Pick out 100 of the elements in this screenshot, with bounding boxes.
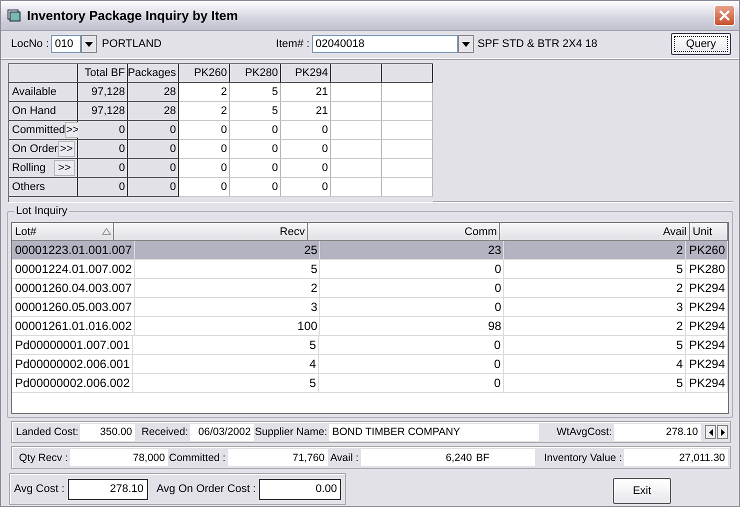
table-cell: 0	[78, 120, 128, 140]
table-cell: 28	[128, 102, 179, 121]
table-cell: 2	[179, 82, 230, 102]
group-title: Lot Inquiry	[14, 205, 70, 218]
table-cell: PK294	[686, 298, 728, 318]
detail-button[interactable]: >>	[54, 160, 75, 176]
table-cell: PK280	[686, 260, 728, 280]
lot-row[interactable]: 00001261.01.016.002 100 98 2 PK294	[12, 317, 728, 336]
lot-row[interactable]: Pd00000002.006.001 4 0 4 PK294	[12, 355, 728, 374]
field-label: Received:	[140, 426, 190, 438]
table-cell: 0	[319, 374, 504, 394]
table-cell: 0	[281, 158, 331, 178]
table-cell: 97,128	[78, 102, 128, 121]
column-header[interactable]: Unit	[690, 223, 728, 242]
dropdown-button[interactable]	[80, 35, 97, 54]
lot-row[interactable]: 00001260.04.003.007 2 0 2 PK294	[12, 279, 728, 298]
window-icon	[7, 8, 21, 22]
location-name: PORTLAND	[102, 38, 163, 50]
table-cell: 5	[504, 336, 686, 356]
table-cell: 4	[504, 355, 686, 374]
table-cell: 2	[504, 317, 686, 336]
dropdown-button[interactable]	[458, 35, 474, 54]
column-header[interactable]: Lot#	[12, 223, 114, 242]
table-cell: 28	[128, 82, 179, 102]
table-cell: 0	[230, 140, 281, 159]
table-cell: 0	[179, 140, 230, 159]
table-cell: 0	[78, 140, 128, 159]
row-label: Others	[12, 180, 46, 193]
row-label: On Hand	[12, 104, 56, 117]
table-cell: 5	[230, 82, 281, 102]
table-cell: 2	[504, 279, 686, 298]
table-cell: 97,128	[78, 82, 128, 102]
table-cell: PK294	[686, 336, 728, 356]
sort-icon	[102, 228, 111, 236]
location-field[interactable]: 010	[50, 35, 81, 54]
table-cell: 00001223.01.001.007	[12, 241, 135, 260]
column-title: Lot#	[15, 226, 36, 238]
right-arrow-icon	[720, 428, 724, 436]
detail-button[interactable]: >>	[58, 140, 75, 157]
row-label: Available	[12, 86, 56, 98]
field-label: Avail :	[329, 452, 360, 464]
table-cell: 00001260.04.003.007	[12, 279, 135, 298]
value-field[interactable]: 0.00	[259, 478, 341, 500]
table-cell: 0	[78, 178, 128, 197]
table-cell: 0	[230, 178, 281, 197]
window-title: Inventory Package Inquiry by Item	[27, 8, 239, 23]
table-cell: 0	[128, 120, 179, 140]
item-field[interactable]: 02040018	[312, 35, 458, 54]
lot-row[interactable]: 00001260.05.003.007 3 0 3 PK294	[12, 298, 728, 318]
column-header: Total BF	[78, 64, 128, 83]
table-cell: 0	[319, 336, 504, 356]
field-label: WtAvgCost:	[556, 426, 613, 438]
value-field: 278.10	[614, 424, 701, 441]
table-cell: 2	[134, 279, 320, 298]
lot-row[interactable]: Pd00000001.007.001 5 0 5 PK294	[12, 336, 728, 356]
row-label: On Order	[12, 142, 58, 155]
table-cell: 21	[281, 102, 331, 121]
table-cell: Pd00000001.007.001	[12, 336, 133, 356]
next-button[interactable]	[717, 425, 728, 440]
table-cell: 0	[78, 158, 128, 178]
table-cell: 2	[179, 102, 230, 121]
value-field: BOND TIMBER COMPANY	[329, 424, 539, 441]
column-header: PK260	[179, 64, 230, 83]
table-cell: 3	[134, 298, 320, 318]
table-cell: 0	[320, 260, 504, 280]
row-label: Committed	[12, 124, 66, 136]
field-label: Avg On Order Cost :	[156, 483, 256, 496]
column-header[interactable]: Comm	[308, 223, 500, 242]
table-cell: 0	[179, 120, 230, 140]
previous-button[interactable]	[705, 425, 716, 440]
lot-row[interactable]: 00001223.01.001.007 25 23 2 PK260	[12, 241, 728, 260]
value-field: 06/03/2002	[190, 424, 254, 441]
row-label: Rolling	[12, 162, 46, 174]
table-cell: 21	[281, 82, 331, 102]
lot-row[interactable]: 00001224.01.007.002 5 0 5 PK280	[12, 260, 728, 280]
table-cell: 5	[134, 260, 320, 280]
table-cell: 0	[281, 178, 331, 197]
field-label: Committed :	[169, 452, 227, 464]
table-cell: Pd00000002.006.002	[12, 374, 133, 394]
lot-row[interactable]: Pd00000002.006.002 5 0 5 PK294	[12, 374, 728, 394]
column-header[interactable]: Recv	[114, 223, 308, 242]
close-button[interactable]	[714, 4, 735, 26]
value-field[interactable]: 278.10	[68, 478, 148, 500]
exit-button[interactable]: Exit	[613, 478, 671, 504]
value-field: 350.00	[80, 424, 136, 441]
table-cell: 00001224.01.007.002	[12, 260, 135, 280]
table-cell: 5	[132, 374, 320, 394]
table-cell: 00001261.01.016.002	[12, 317, 135, 336]
table-cell: 0	[320, 279, 504, 298]
table-cell: 0	[128, 140, 179, 159]
table-cell: PK294	[686, 355, 728, 374]
table-cell: 0	[281, 120, 331, 140]
unit-label: BF	[475, 452, 490, 464]
caret-icon	[84, 42, 93, 47]
table-cell: 100	[134, 317, 320, 336]
column-header[interactable]: Avail	[500, 223, 690, 242]
table-cell: 0	[230, 158, 281, 178]
query-button[interactable]: Query	[671, 33, 731, 56]
table-cell: PK294	[686, 374, 728, 394]
table-cell: 5	[230, 102, 281, 121]
